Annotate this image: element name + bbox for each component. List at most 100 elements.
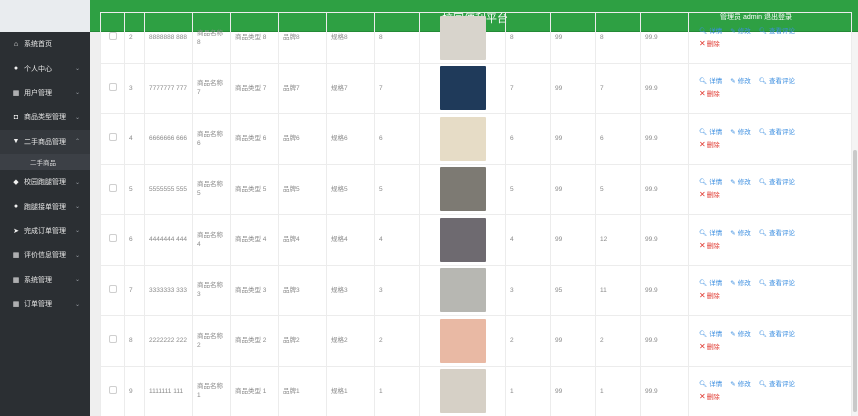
search-icon: 🔍︎: [699, 381, 708, 389]
table-row: 6 4444444 444 商品名称 4 商品类型 4 品牌4 规格4 4 4 99 12 99.9…: [100, 214, 852, 266]
row-actions: 🔍︎ 详情 ✎ 修改 🔍︎ 查看评论 ✕删除: [688, 113, 852, 165]
goods-name: 商品名称 5: [192, 163, 231, 215]
edit-button[interactable]: ✎ 修改: [730, 330, 750, 339]
row-select-cell: [100, 113, 125, 165]
goods-brand: 品牌1: [278, 365, 327, 416]
detail-button[interactable]: 🔍︎ 详情: [699, 77, 722, 86]
view-reviews-button[interactable]: 🔍︎ 查看评论: [759, 77, 795, 86]
row-checkbox[interactable]: [108, 32, 117, 41]
goods-type: 商品类型 3: [230, 264, 279, 316]
sidebar-item-10[interactable]: ▦ 订单管理 ⌄: [0, 292, 90, 316]
sidebar-item-8[interactable]: ▦ 评价信息管理 ⌄: [0, 243, 90, 267]
row-checkbox[interactable]: [108, 385, 117, 394]
goods-brand: 品牌4: [278, 214, 327, 266]
goods-col-a: 4: [505, 214, 551, 266]
sidebar-item-4[interactable]: ▼ 二手商品管理 ⌃: [0, 129, 90, 154]
goods-id: 2222222 222: [144, 315, 193, 367]
sidebar-item-label: 评价信息管理: [24, 252, 66, 260]
detail-button[interactable]: 🔍︎ 详情: [699, 380, 722, 389]
detail-button[interactable]: 🔍︎ 详情: [699, 178, 722, 187]
view-reviews-button[interactable]: 🔍︎ 查看评论: [759, 128, 795, 137]
detail-button[interactable]: 🔍︎ 详情: [699, 330, 722, 339]
sidebar-item-9[interactable]: ▦ 系统管理 ⌄: [0, 268, 90, 292]
row-checkbox[interactable]: [108, 234, 117, 243]
edit-button[interactable]: ✎ 修改: [730, 128, 750, 137]
search-icon: 🔍︎: [758, 229, 767, 237]
pencil-icon: ✎: [730, 128, 736, 136]
goods-spec: 规格6: [326, 113, 375, 165]
row-index: 2: [124, 12, 145, 64]
row-index: 8: [124, 315, 145, 367]
goods-image: [439, 167, 486, 212]
search-icon: 🔍︎: [758, 128, 767, 136]
detail-button[interactable]: 🔍︎ 详情: [699, 128, 722, 137]
view-reviews-button[interactable]: 🔍︎ 查看评论: [759, 279, 795, 288]
delete-button[interactable]: ✕删除: [699, 39, 847, 49]
chevron-down-icon: ⌄: [74, 277, 80, 284]
row-checkbox[interactable]: [108, 82, 117, 91]
goods-col-c: 12: [595, 214, 641, 266]
edit-button[interactable]: ✎ 修改: [730, 27, 750, 36]
table-row: 2 8888888 888 商品名称 8 商品类型 8 品牌8 规格8 8 8 99 8 99.9 🔍…: [100, 12, 852, 64]
sidebar-item-2[interactable]: ▦ 用户管理 ⌄: [0, 81, 90, 105]
delete-button[interactable]: ✕删除: [699, 89, 847, 99]
delete-button[interactable]: ✕删除: [699, 342, 847, 352]
sidebar-item-0[interactable]: ⌂ 系统首页: [0, 32, 90, 56]
home-icon: ⌂: [13, 40, 19, 48]
delete-button[interactable]: ✕删除: [699, 190, 847, 200]
row-actions: 🔍︎ 详情 ✎ 修改 🔍︎ 查看评论 ✕删除: [688, 315, 852, 367]
sidebar-item-3[interactable]: ◘ 商品类型管理 ⌄: [0, 105, 90, 129]
goods-type: 商品类型 8: [230, 12, 279, 64]
grid-icon: ▦: [12, 301, 20, 309]
view-reviews-button[interactable]: 🔍︎ 查看评论: [759, 380, 795, 389]
sidebar-item-1[interactable]: ● 个人中心 ⌄: [0, 56, 90, 80]
sidebar-item-6[interactable]: ● 跑腿接单管理 ⌄: [0, 194, 90, 218]
goods-type: 商品类型 2: [230, 315, 279, 367]
delete-button[interactable]: ✕删除: [699, 140, 847, 150]
detail-button[interactable]: 🔍︎ 详情: [699, 279, 722, 288]
goods-id: 1111111 111: [144, 365, 193, 416]
row-checkbox[interactable]: [108, 183, 117, 192]
chevron-down-icon: ⌄: [74, 90, 80, 97]
goods-brand: 品牌8: [278, 12, 327, 64]
view-reviews-button[interactable]: 🔍︎ 查看评论: [759, 330, 795, 339]
delete-button[interactable]: ✕删除: [699, 241, 847, 251]
sidebar-brand: [0, 0, 90, 32]
goods-col-c: 7: [595, 62, 641, 114]
edit-button[interactable]: ✎ 修改: [730, 279, 750, 288]
search-icon: 🔍︎: [758, 330, 767, 338]
goods-image: [439, 116, 486, 161]
goods-col-c: 5: [595, 163, 641, 215]
sidebar-subitem-secondhand[interactable]: 二手商品: [0, 153, 90, 170]
sidebar-item-label: 二手商品管理: [24, 138, 66, 146]
detail-button[interactable]: 🔍︎ 详情: [699, 27, 722, 36]
content-scrollbar[interactable]: [852, 32, 858, 416]
edit-button[interactable]: ✎ 修改: [730, 178, 750, 187]
edit-button[interactable]: ✎ 修改: [730, 380, 750, 389]
goods-stock: 4: [374, 214, 420, 266]
view-reviews-button[interactable]: 🔍︎ 查看评论: [759, 178, 795, 187]
close-icon: ✕: [699, 89, 706, 99]
scrollbar-thumb[interactable]: [853, 150, 857, 412]
view-reviews-button[interactable]: 🔍︎ 查看评论: [759, 229, 795, 238]
delete-button[interactable]: ✕删除: [699, 291, 847, 301]
view-reviews-button[interactable]: 🔍︎ 查看评论: [759, 27, 795, 36]
row-select-cell: [100, 365, 125, 416]
close-icon: ✕: [699, 38, 706, 48]
search-icon: 🔍︎: [758, 27, 767, 35]
row-index: 4: [124, 113, 145, 165]
row-actions: 🔍︎ 详情 ✎ 修改 🔍︎ 查看评论 ✕删除: [688, 62, 852, 114]
row-checkbox[interactable]: [108, 335, 117, 344]
sidebar-item-7[interactable]: ➤ 完成订单管理 ⌄: [0, 219, 90, 243]
pencil-icon: ✎: [730, 78, 736, 86]
goods-image-cell: [419, 214, 506, 266]
chevron-up-icon: ⌃: [74, 139, 80, 146]
edit-button[interactable]: ✎ 修改: [730, 77, 750, 86]
delete-button[interactable]: ✕删除: [699, 392, 847, 402]
edit-button[interactable]: ✎ 修改: [730, 229, 750, 238]
row-checkbox[interactable]: [108, 133, 117, 142]
goods-col-b: 99: [550, 365, 596, 416]
row-checkbox[interactable]: [108, 284, 117, 293]
sidebar-item-5[interactable]: ◆ 校园跑腿管理 ⌄: [0, 170, 90, 194]
detail-button[interactable]: 🔍︎ 详情: [699, 229, 722, 238]
